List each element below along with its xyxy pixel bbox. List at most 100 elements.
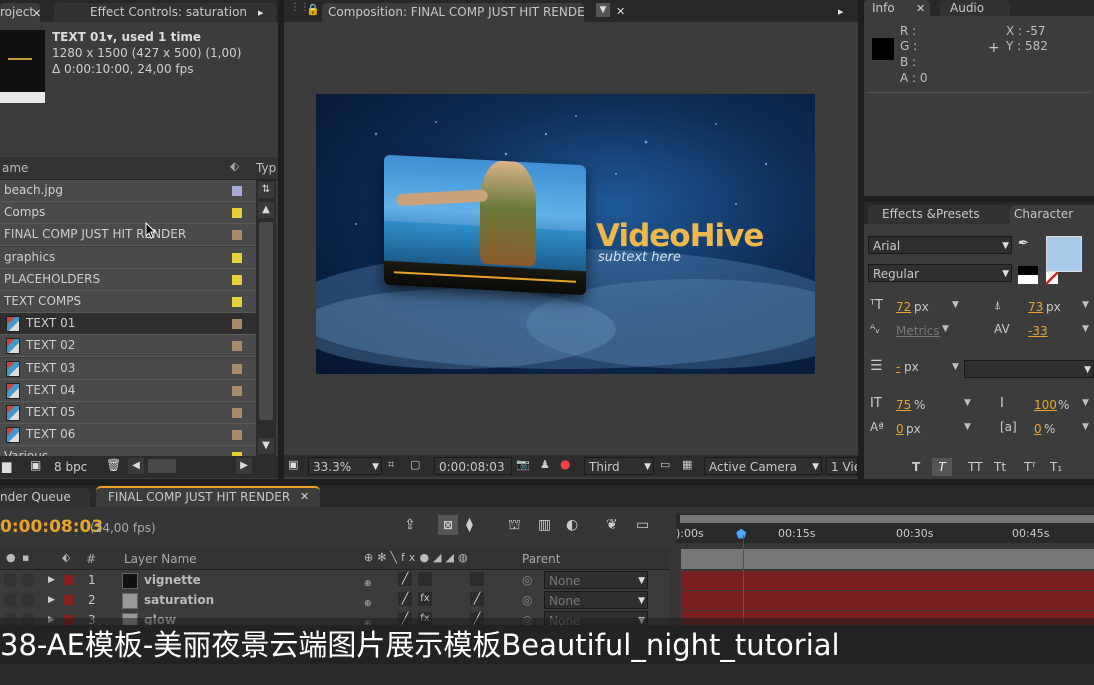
col-name[interactable]: ame bbox=[2, 161, 28, 175]
channel-icon[interactable]: ● bbox=[560, 457, 570, 471]
label-color-swatch[interactable] bbox=[232, 230, 242, 241]
label-color-swatch[interactable] bbox=[232, 341, 242, 352]
chevron-down-icon[interactable]: ▼ bbox=[1082, 324, 1089, 334]
switches-icons[interactable]: ⊕✻╲fx●◢◢◍ bbox=[364, 551, 472, 564]
project-item[interactable]: TEXT 01 bbox=[0, 313, 256, 336]
brainstorm-icon[interactable]: ❦ bbox=[606, 517, 618, 533]
panel-menu-icon[interactable]: ▸ bbox=[838, 5, 844, 18]
label-color-swatch[interactable] bbox=[64, 575, 74, 585]
all-caps-button[interactable]: TT bbox=[968, 460, 982, 474]
small-caps-button[interactable]: Tt bbox=[994, 460, 1006, 474]
draft-3d-icon[interactable]: ⊠ bbox=[438, 515, 458, 535]
label-color-swatch[interactable] bbox=[232, 186, 242, 196]
effects-switch[interactable] bbox=[418, 572, 432, 586]
tab-character[interactable]: Character bbox=[1010, 205, 1094, 224]
comp-dropdown-icon[interactable]: ▼ bbox=[596, 3, 610, 17]
faux-italic-button[interactable]: T bbox=[932, 458, 952, 476]
no-stroke-swatch[interactable] bbox=[1046, 272, 1058, 284]
timecode-display[interactable]: 0:00:08:03 bbox=[434, 457, 512, 475]
project-item[interactable]: Various bbox=[0, 446, 256, 456]
label-column-icon[interactable]: ⬖ bbox=[62, 551, 70, 564]
col-parent[interactable]: Parent bbox=[522, 552, 560, 566]
font-dropdown[interactable]: Arial ▼ bbox=[868, 236, 1012, 254]
close-icon[interactable]: ✕ bbox=[916, 2, 925, 15]
video-switch-icon[interactable]: ● bbox=[6, 551, 16, 564]
layer-name[interactable]: saturation bbox=[144, 590, 214, 610]
tab-final-comp[interactable]: FINAL COMP JUST HIT RENDER bbox=[96, 486, 320, 507]
comp-mini-flowchart-icon[interactable]: ⇪ bbox=[404, 517, 416, 533]
sort-icon[interactable]: ⇅ bbox=[258, 182, 274, 198]
transparency-grid-icon[interactable]: ▦ bbox=[682, 458, 692, 471]
project-item[interactable]: PLACEHOLDERS bbox=[0, 268, 256, 291]
av-switch[interactable] bbox=[4, 574, 16, 586]
trash-icon[interactable]: 🗑 bbox=[106, 458, 121, 472]
tab-composition[interactable]: Composition: FINAL COMP JUST HIT RENDER bbox=[322, 3, 584, 22]
new-comp-icon[interactable]: ▣ bbox=[30, 458, 41, 472]
label-color-swatch[interactable] bbox=[232, 274, 242, 285]
close-icon[interactable]: ✕ bbox=[32, 7, 41, 20]
quality-switch[interactable]: ╱ bbox=[398, 572, 412, 586]
expand-arrow-icon[interactable]: ▶ bbox=[48, 570, 55, 590]
lock-column-icon[interactable]: ▪ bbox=[22, 551, 29, 564]
scroll-left-icon[interactable]: ◀ bbox=[128, 458, 144, 474]
project-item[interactable]: TEXT COMPS bbox=[0, 291, 256, 313]
font-size-value[interactable]: 72 bbox=[896, 300, 911, 314]
lock-switch[interactable] bbox=[22, 574, 34, 586]
parent-dropdown[interactable]: None ▼ bbox=[544, 591, 648, 609]
project-item[interactable]: FINAL COMP JUST HIT RENDER bbox=[0, 224, 256, 247]
chevron-down-icon[interactable]: ▼ bbox=[1082, 398, 1089, 408]
chevron-down-icon[interactable]: ▼ bbox=[1082, 300, 1089, 310]
label-color-swatch[interactable] bbox=[232, 208, 242, 219]
label-tag-icon[interactable]: ⬖ bbox=[230, 159, 239, 173]
chevron-down-icon[interactable]: ▼ bbox=[964, 398, 971, 408]
faux-bold-button[interactable]: T bbox=[912, 460, 920, 474]
close-icon[interactable]: ✕ bbox=[616, 5, 625, 18]
kerning-value[interactable]: Metrics bbox=[896, 324, 940, 338]
scroll-right-icon[interactable]: ▶ bbox=[236, 458, 252, 474]
time-ruler[interactable]: ):00s 00:15s 00:30s 00:45s ⬟ bbox=[676, 513, 1094, 543]
hide-shy-icon[interactable]: ⧫ bbox=[466, 517, 473, 533]
adjustment-switch[interactable]: ╱ bbox=[470, 592, 484, 606]
tab-effect-controls[interactable]: Effect Controls: saturation bbox=[54, 3, 276, 22]
eyedropper-icon[interactable]: ✒ bbox=[1018, 236, 1029, 251]
baseline-shift-value[interactable]: 0 bbox=[896, 422, 904, 436]
leading-value[interactable]: 73 bbox=[1028, 300, 1043, 314]
show-snapshot-icon[interactable]: ♟ bbox=[540, 458, 550, 471]
project-item[interactable]: graphics bbox=[0, 246, 256, 269]
motion-blur-icon[interactable]: ▥ bbox=[538, 517, 551, 533]
expand-arrow-icon[interactable]: ▶ bbox=[48, 590, 55, 610]
chevron-down-icon[interactable]: ▼ bbox=[964, 422, 971, 432]
snapshot-icon[interactable]: 📷 bbox=[516, 458, 530, 471]
label-color-swatch[interactable] bbox=[232, 319, 242, 330]
lock-icon[interactable]: 🔒 bbox=[306, 3, 320, 16]
tab-audio[interactable]: Audio bbox=[940, 0, 1010, 16]
vertical-scale-value[interactable]: 75 bbox=[896, 398, 911, 412]
project-scrollbar[interactable]: ⇅ ▲ ▼ bbox=[256, 180, 276, 456]
quality-switch[interactable]: ╱ bbox=[398, 592, 412, 606]
effects-switch[interactable]: fx bbox=[418, 592, 432, 606]
label-color-swatch[interactable] bbox=[232, 408, 242, 418]
layer-row[interactable]: ▶ 2 saturation ⊕ ╱ fx ╱ ◎ None ▼ bbox=[0, 590, 670, 611]
frame-blending-icon[interactable]: ⛫ bbox=[508, 517, 521, 535]
fill-color-swatch[interactable] bbox=[1046, 236, 1082, 272]
tab-effects-presets[interactable]: Effects &Presets bbox=[868, 205, 1010, 224]
resolution-dropdown[interactable]: Third ▼ bbox=[584, 457, 654, 475]
playhead-icon[interactable]: ⬟ bbox=[736, 527, 746, 541]
pickwhip-icon[interactable]: ◎ bbox=[522, 590, 532, 610]
tab-render-queue[interactable]: nder Queue bbox=[0, 488, 90, 507]
chevron-down-icon[interactable]: ▼ bbox=[942, 324, 949, 334]
project-item[interactable]: TEXT 03 bbox=[0, 357, 256, 380]
tracking-value[interactable]: -33 bbox=[1028, 324, 1048, 338]
pickwhip-icon[interactable]: ◎ bbox=[522, 570, 532, 590]
project-item[interactable]: TEXT 04 bbox=[0, 379, 256, 402]
current-time[interactable]: 0:00:08:03 bbox=[0, 517, 103, 537]
project-item[interactable]: Comps bbox=[0, 202, 256, 225]
folder-icon[interactable]: ▆ bbox=[2, 459, 11, 473]
safe-zones-icon[interactable]: ⌗ bbox=[388, 458, 394, 472]
bpc-label[interactable]: 8 bpc bbox=[54, 460, 87, 474]
comp-preview[interactable]: VideoHive subtext here bbox=[316, 94, 815, 374]
black-white-swatch[interactable] bbox=[1018, 266, 1038, 284]
mask-icon[interactable]: ▢ bbox=[410, 458, 420, 471]
stroke-width-value[interactable]: - bbox=[896, 360, 900, 374]
graph-icon[interactable]: ▭ bbox=[636, 517, 649, 533]
